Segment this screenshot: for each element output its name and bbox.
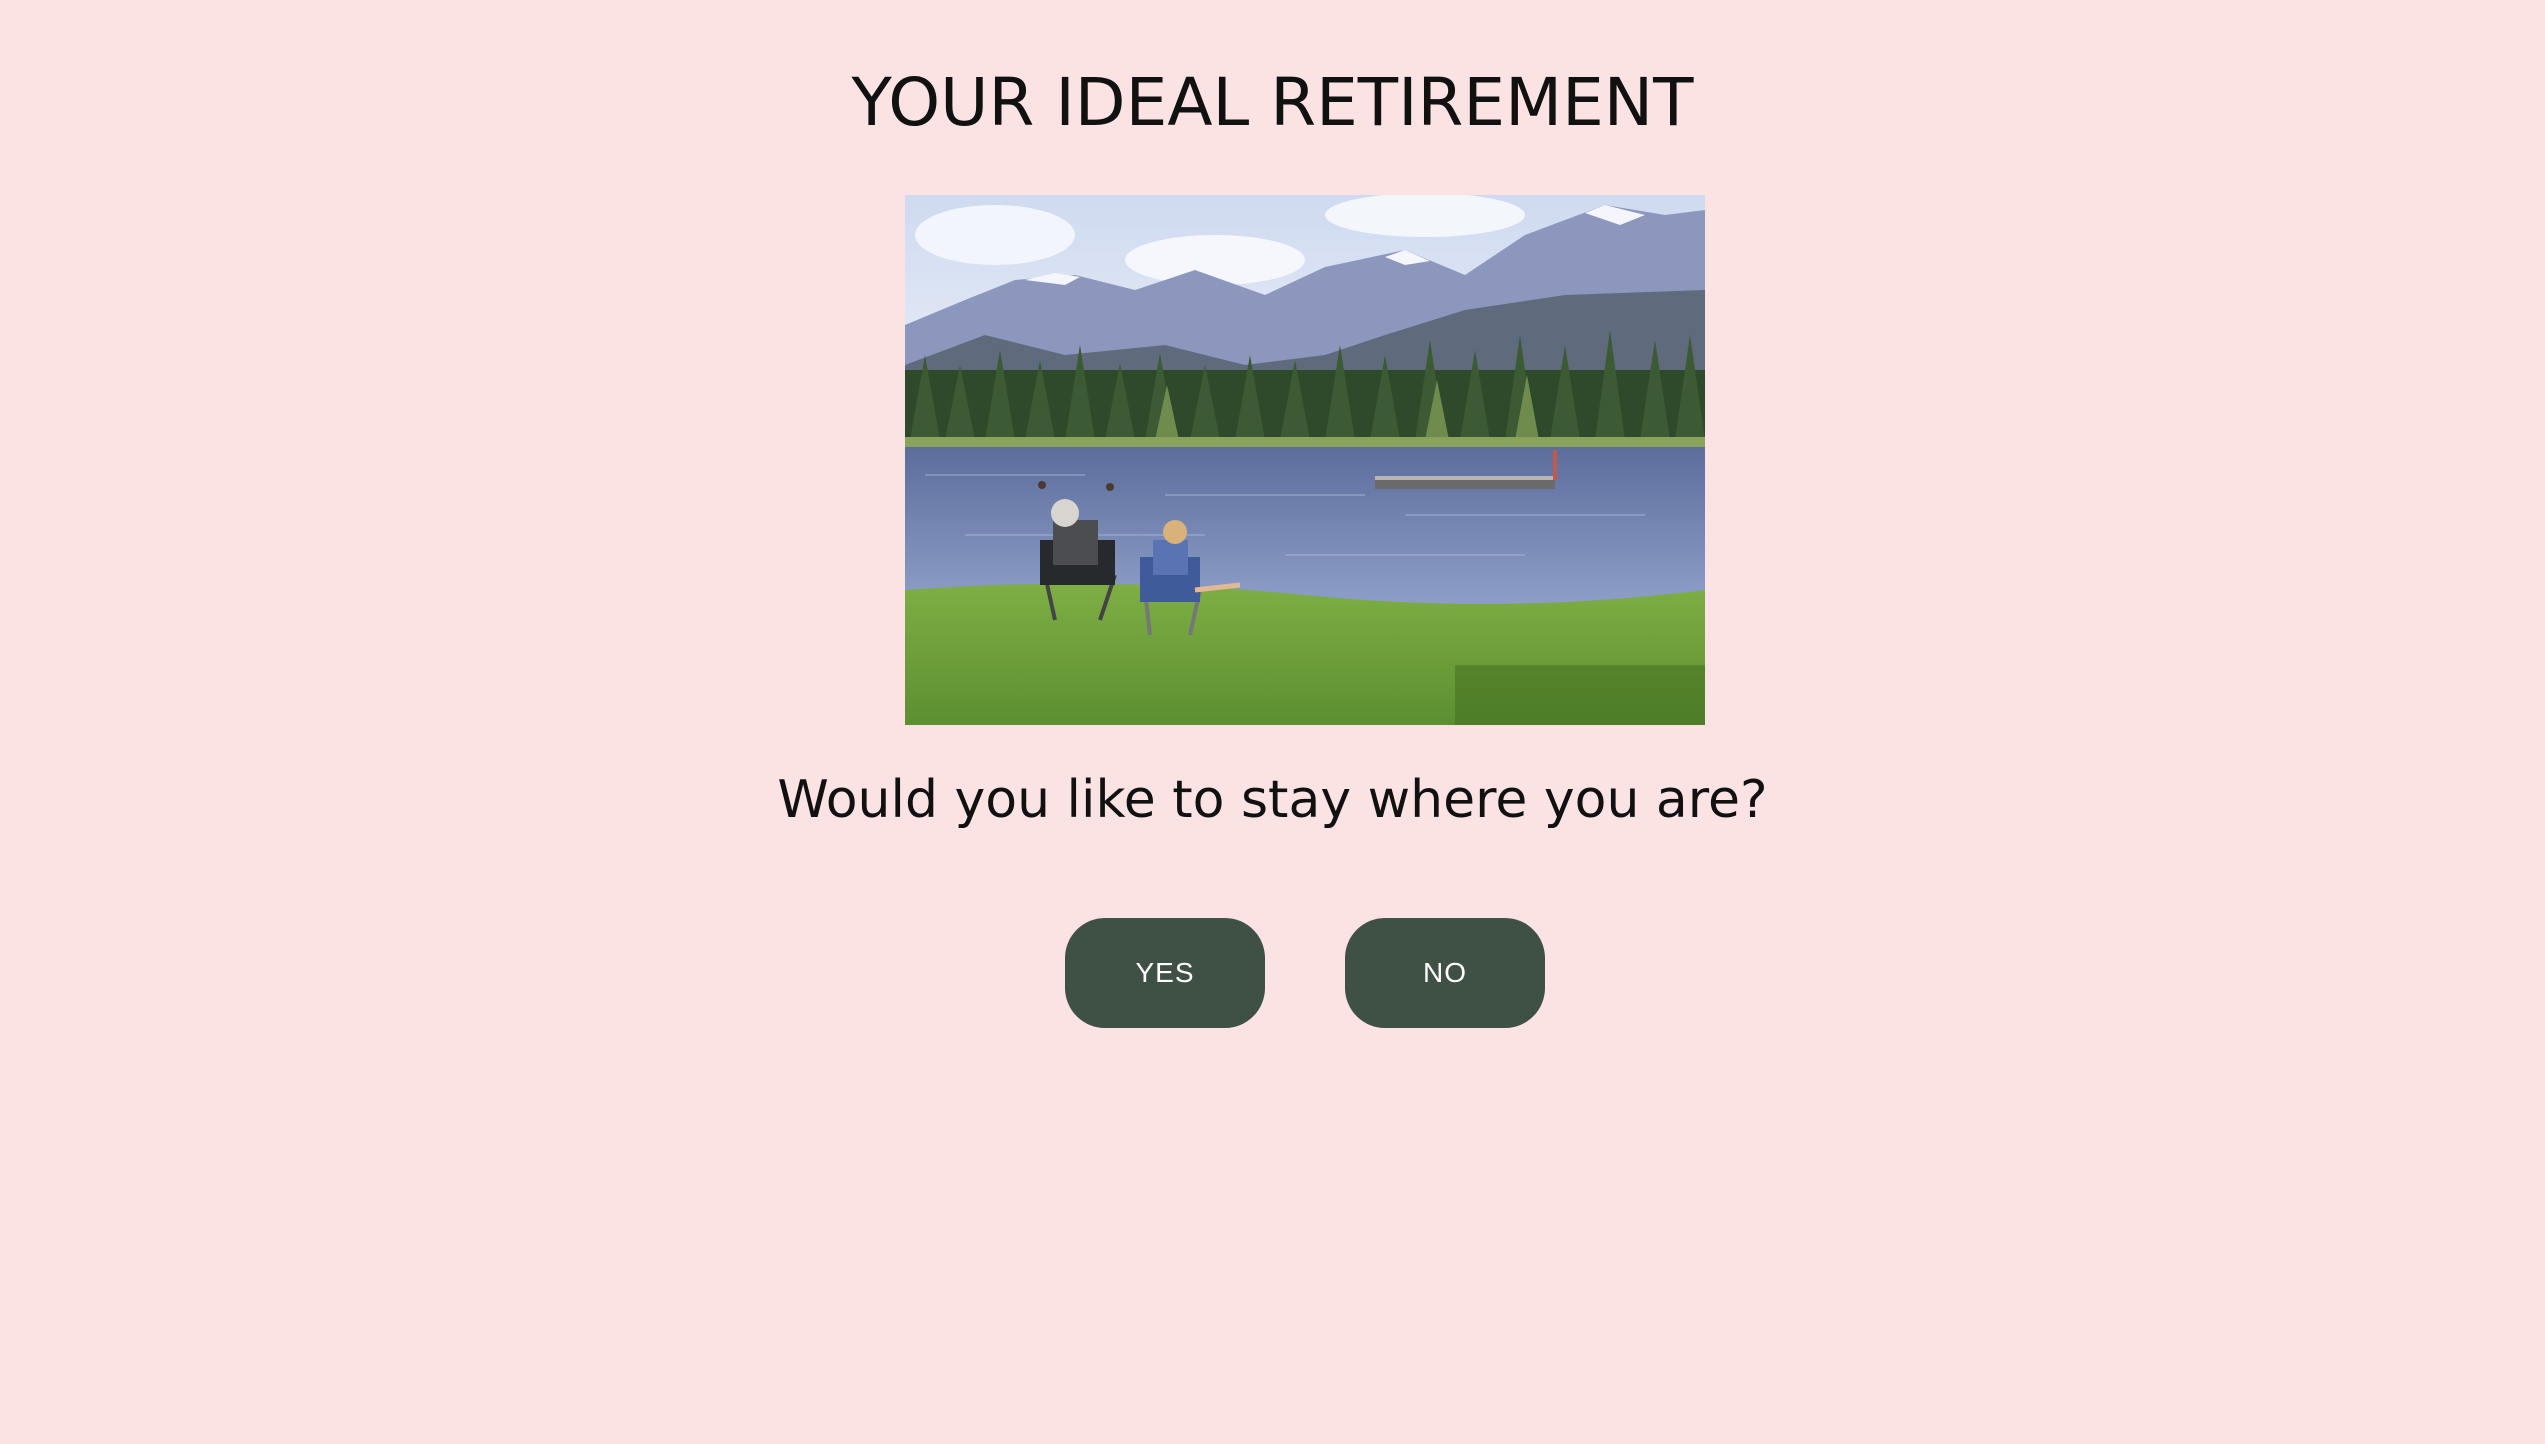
no-button[interactable]: NO (1345, 918, 1545, 1028)
yes-button-label: YES (1135, 957, 1195, 988)
no-button-label: NO (1423, 957, 1467, 988)
page-title: YOUR IDEAL RETIREMENT (851, 64, 1694, 141)
retirement-lake-photo (905, 195, 1705, 725)
yes-button[interactable]: YES (1065, 918, 1265, 1028)
question-text: Would you like to stay where you are? (777, 770, 1768, 830)
